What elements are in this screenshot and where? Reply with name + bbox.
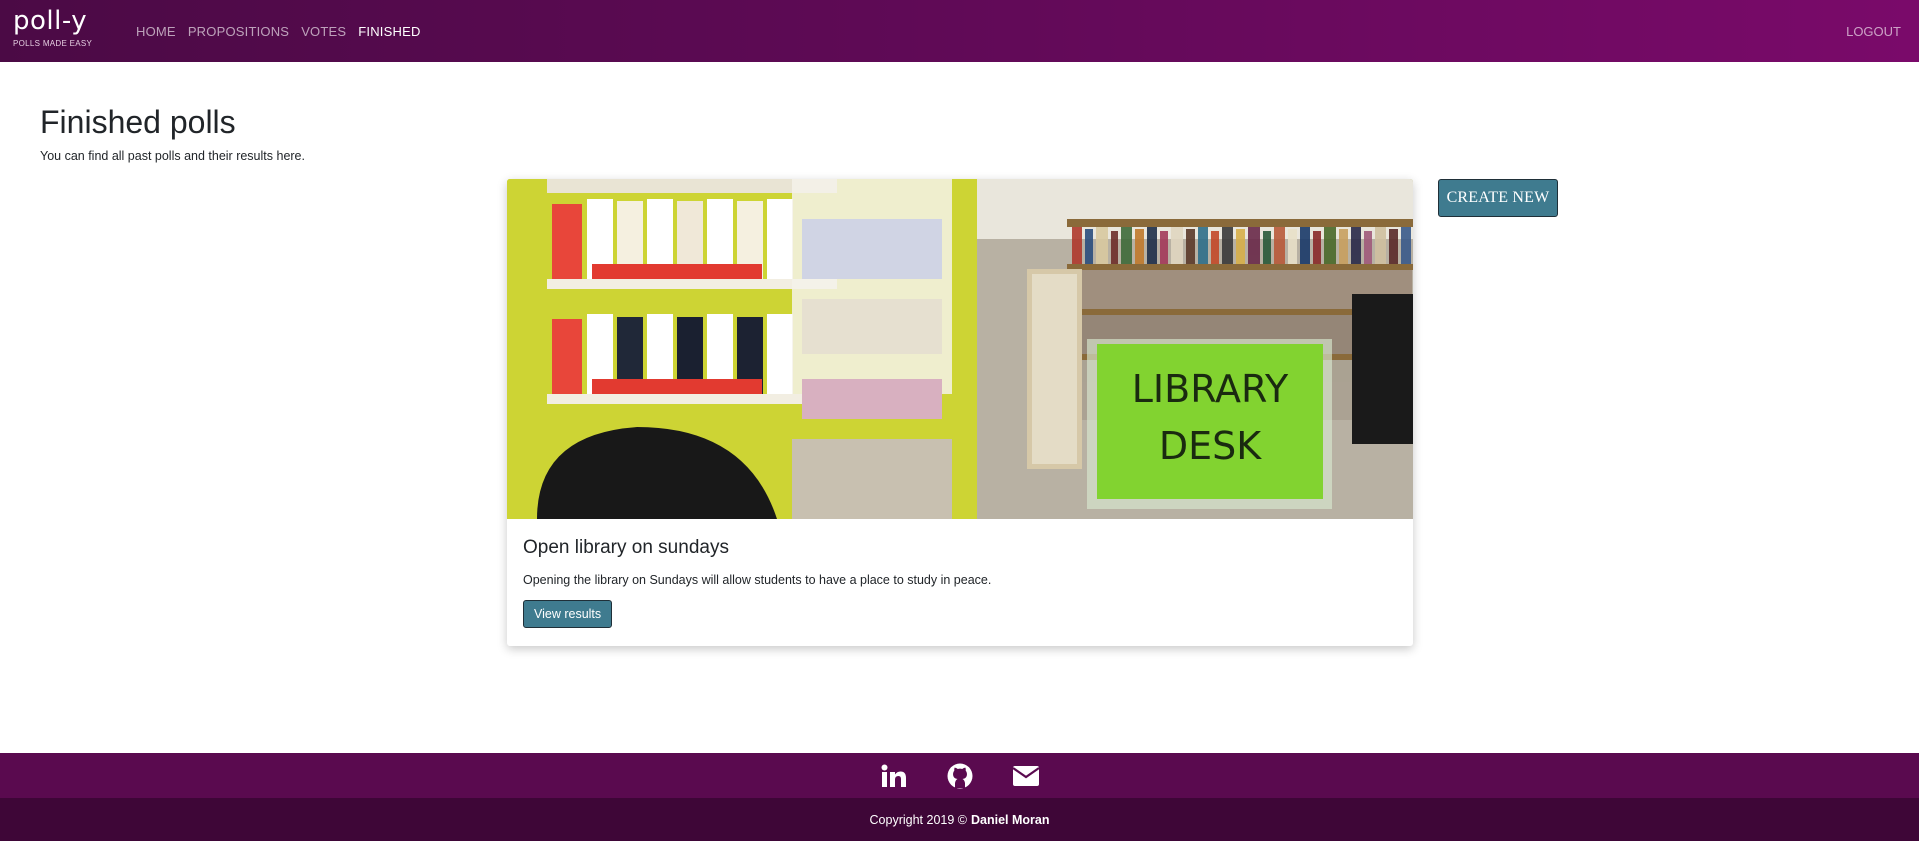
mail-icon[interactable]: [1011, 762, 1040, 790]
library-photo: LIBRARY DESK: [507, 179, 1413, 519]
create-new-button[interactable]: CREATE NEW: [1438, 179, 1558, 217]
footer-social-bar: [0, 753, 1919, 798]
image-sign-line-1: LIBRARY: [1132, 367, 1289, 411]
image-sign-line-2: DESK: [1159, 424, 1262, 468]
logout-link[interactable]: LOGOUT: [1846, 0, 1901, 62]
top-navbar: poll-y POLLS MADE EASY HOME PROPOSITIONS…: [0, 0, 1919, 62]
copyright-author: Daniel Moran: [970, 812, 1050, 827]
page-subtitle: You can find all past polls and their re…: [40, 149, 305, 163]
nav-item-finished[interactable]: FINISHED: [358, 24, 420, 39]
page-title: Finished polls: [40, 104, 236, 140]
footer-copyright: Copyright 2019 © Daniel Moran: [0, 798, 1919, 841]
nav-item-propositions[interactable]: PROPOSITIONS: [188, 24, 289, 39]
poll-card: LIBRARY DESK Open library on sundays Ope…: [507, 179, 1413, 646]
brand-tagline: POLLS MADE EASY: [13, 39, 93, 48]
brand-name: poll-y: [13, 6, 88, 36]
poll-image: LIBRARY DESK: [507, 179, 1413, 519]
nav-item-votes[interactable]: VOTES: [301, 24, 346, 39]
nav-links: HOME PROPOSITIONS VOTES FINISHED: [136, 0, 433, 62]
poll-card-body: Open library on sundays Opening the libr…: [507, 519, 1413, 644]
poll-title: Open library on sundays: [523, 537, 729, 558]
brand-logo[interactable]: poll-y POLLS MADE EASY: [13, 6, 92, 48]
nav-item-home[interactable]: HOME: [136, 24, 176, 39]
view-results-button[interactable]: View results: [523, 600, 613, 628]
github-icon[interactable]: [946, 762, 974, 790]
poll-description: Opening the library on Sundays will allo…: [523, 573, 992, 587]
linkedin-icon[interactable]: [880, 762, 908, 790]
copyright-text: Copyright 2019 ©: [869, 812, 967, 827]
